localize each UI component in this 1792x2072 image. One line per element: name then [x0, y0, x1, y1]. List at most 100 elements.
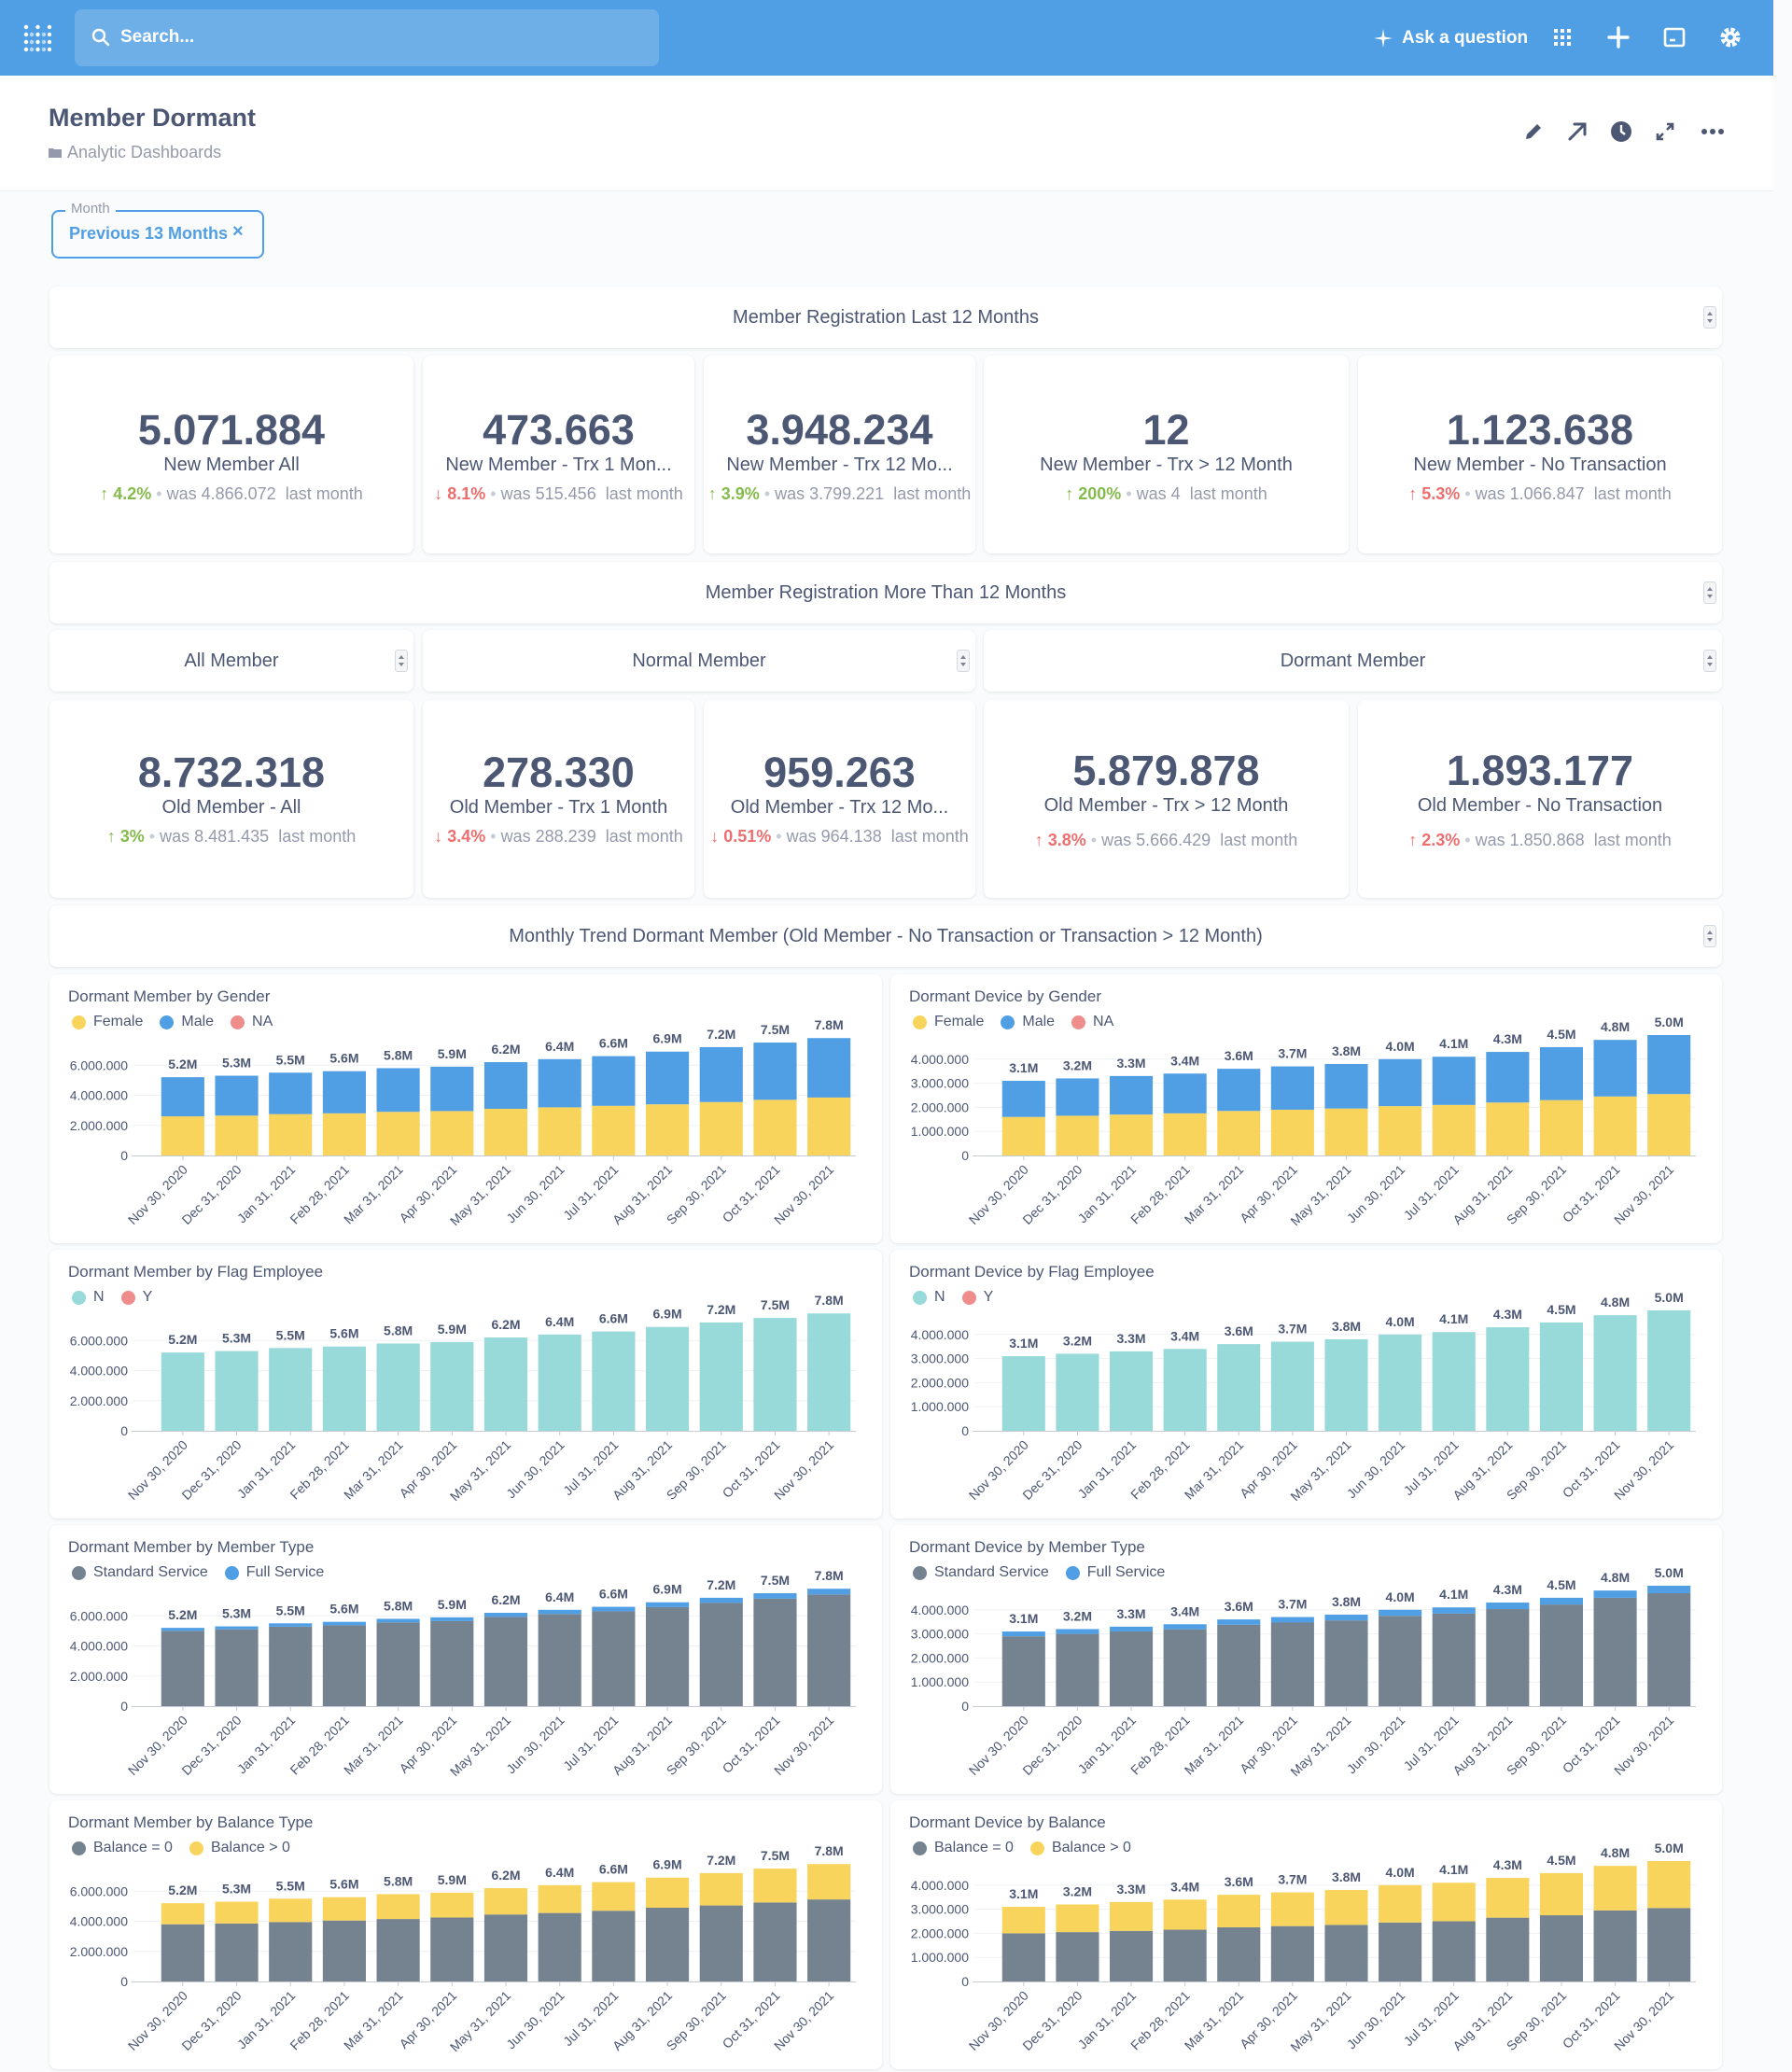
scroll-handle-icon[interactable]	[957, 650, 970, 672]
legend-item[interactable]: Y	[961, 1289, 993, 1306]
scalar-card-old-trx-gt12[interactable]: 5.879.878 Old Member - Trx > 12 Month ↑ …	[984, 700, 1349, 898]
bar-total-label: 5.2M	[168, 1607, 197, 1622]
top-nav: Search... Ask a question	[0, 0, 1773, 76]
chart-card-device-member-type[interactable]: 0 1.000.000 2.000.000 3.000.000 4.000.000 3.1…	[890, 1525, 1722, 1794]
legend-item[interactable]: Balance = 0	[913, 1840, 1014, 1856]
chart-title: Dormant Member by Flag Employee	[68, 1263, 324, 1281]
chart-card-device-gender[interactable]: 0 1.000.000 2.000.000 3.000.000 4.000.000 3.1…	[890, 974, 1722, 1243]
month-filter[interactable]: Month Previous 13 Months ×	[51, 201, 264, 259]
bar-total-label: 6.4M	[545, 1865, 574, 1880]
bar-segment	[1432, 1332, 1476, 1431]
scalar-card-new-trx12[interactable]: 3.948.234 New Member - Trx 12 Mo... ↑ 3.…	[704, 356, 975, 553]
share-arrow-icon[interactable]	[1562, 117, 1592, 147]
bar-total-label: 6.9M	[653, 1582, 682, 1597]
bar-segment	[807, 1594, 851, 1706]
chart-card-device-flag-employee[interactable]: 0 1.000.000 2.000.000 3.000.000 4.000.000 3.1…	[890, 1250, 1722, 1519]
legend-item[interactable]: Standard Service	[72, 1564, 208, 1581]
edit-pencil-icon[interactable]	[1519, 117, 1548, 147]
legend-item[interactable]: Full Service	[224, 1564, 324, 1581]
grid-icon[interactable]	[1547, 22, 1577, 52]
bar-segment	[430, 1917, 474, 1981]
scalar-card-new-no-trx[interactable]: 1.123.638 New Member - No Transaction ↑ …	[1358, 356, 1722, 553]
scalar-card-new-all[interactable]: 5.071.884 New Member All ↑ 4.2% • was 4.…	[49, 356, 413, 553]
bar-segment	[1217, 1111, 1261, 1155]
bar-segment	[1163, 1073, 1207, 1113]
legend-item[interactable]: Male	[160, 1014, 214, 1030]
scroll-handle-icon[interactable]	[1703, 925, 1716, 947]
y-tick-label: 3.000.000	[911, 1351, 969, 1366]
scroll-handle-icon[interactable]	[1703, 306, 1716, 329]
history-clock-icon[interactable]	[1606, 117, 1636, 147]
chart-card-member-gender[interactable]: 0 2.000.000 4.000.000 6.000.000 5.2M Nov 30, …	[49, 974, 882, 1243]
legend-label: Male	[181, 1014, 215, 1029]
legend-item[interactable]: Y	[120, 1289, 153, 1306]
scalar-card-old-all[interactable]: 8.732.318 Old Member - All ↑ 3% • was 8.…	[49, 700, 413, 898]
legend-item[interactable]: Balance > 0	[1029, 1840, 1131, 1856]
legend-item[interactable]: N	[72, 1289, 105, 1306]
scalar-card-new-trx-gt12[interactable]: 12 New Member - Trx > 12 Month ↑ 200% • …	[984, 356, 1349, 553]
legend-item[interactable]: Female	[913, 1014, 984, 1030]
scalar-card-old-trx1[interactable]: 278.330 Old Member - Trx 1 Month ↓ 3.4% …	[423, 700, 694, 898]
metabase-logo-icon[interactable]	[22, 22, 53, 53]
ask-question-button[interactable]: Ask a question	[1374, 24, 1528, 52]
bar-total-label: 7.2M	[707, 1302, 735, 1317]
more-options-icon[interactable]	[1698, 117, 1728, 147]
chart-title: Dormant Member by Balance Type	[68, 1813, 314, 1831]
bar-segment	[483, 1337, 528, 1431]
legend-item[interactable]: Full Service	[1065, 1564, 1165, 1581]
scalar-card-new-trx1[interactable]: 473.663 New Member - Trx 1 Mon... ↓ 8.1%…	[423, 356, 694, 553]
fullscreen-expand-icon[interactable]	[1650, 117, 1680, 147]
chart-title: Dormant Device by Balance	[909, 1813, 1106, 1831]
legend-item[interactable]: NA	[231, 1014, 273, 1030]
bar-segment	[592, 1331, 636, 1431]
bar-total-label: 7.8M	[815, 1568, 844, 1583]
bar-total-label: 3.2M	[1063, 1883, 1092, 1898]
legend-label: Balance > 0	[1051, 1840, 1131, 1855]
bar-segment	[483, 1914, 528, 1981]
legend-item[interactable]: Female	[72, 1014, 143, 1030]
bar-segment	[1056, 1353, 1099, 1431]
legend-item[interactable]: NA	[1071, 1014, 1113, 1030]
x-tick-label: Jun 30, 2021	[503, 1988, 567, 2052]
legend-label: Female	[93, 1014, 144, 1029]
settings-gear-icon[interactable]	[1715, 22, 1745, 52]
legend-label: Y	[142, 1289, 153, 1305]
dashboard-title[interactable]: Member Dormant	[49, 104, 256, 133]
bar-segment	[699, 1322, 743, 1431]
legend-item[interactable]: Male	[1001, 1014, 1055, 1030]
bar-segment	[1539, 1322, 1584, 1431]
bar-segment	[161, 1903, 204, 1925]
chart-card-member-type[interactable]: 0 2.000.000 4.000.000 6.000.000 5.2M Nov 30, …	[49, 1525, 882, 1794]
scalar-card-old-trx12[interactable]: 959.263 Old Member - Trx 12 Mo... ↓ 0.51…	[704, 700, 975, 898]
bar-segment	[1379, 1058, 1422, 1107]
legend-item[interactable]: Standard Service	[913, 1564, 1049, 1581]
scroll-handle-icon[interactable]	[1703, 581, 1716, 604]
legend-label: NA	[1093, 1014, 1114, 1029]
search-input[interactable]: Search...	[75, 9, 659, 66]
legend-item[interactable]: Balance > 0	[189, 1840, 290, 1856]
bar-segment	[1593, 1597, 1637, 1706]
chart-card-member-flag-employee[interactable]: 0 2.000.000 4.000.000 6.000.000 5.2M Nov 30, …	[49, 1250, 882, 1519]
bar-segment	[269, 1072, 313, 1114]
scalar-comparison: ↑ 3.8% • was 5.666.429 last month	[1034, 831, 1298, 849]
scroll-handle-icon[interactable]	[1703, 650, 1716, 672]
scalar-value: 3.948.234	[746, 406, 933, 454]
legend-item[interactable]: N	[913, 1289, 945, 1306]
x-tick-label: Jun 30, 2021	[1344, 1162, 1408, 1226]
chart-card-member-balance[interactable]: 0 2.000.000 4.000.000 6.000.000 5.2M Nov 30, …	[49, 1800, 882, 2069]
bar-total-label: 7.5M	[761, 1848, 790, 1863]
scroll-handle-icon[interactable]	[395, 650, 408, 672]
bar-segment	[1324, 1620, 1368, 1706]
bar-total-label: 6.9M	[653, 1307, 682, 1322]
sql-editor-icon[interactable]	[1659, 22, 1689, 52]
scalar-card-old-no-trx[interactable]: 1.893.177 Old Member - No Transaction ↑ …	[1358, 700, 1722, 898]
add-icon[interactable]	[1603, 22, 1633, 52]
collection-breadcrumb[interactable]: Analytic Dashboards	[49, 143, 221, 162]
chart-legend: Female Male NA	[72, 1014, 273, 1030]
bar-segment	[1001, 1907, 1045, 1934]
chart-card-device-balance[interactable]: 0 1.000.000 2.000.000 3.000.000 4.000.000 3.1…	[890, 1800, 1722, 2069]
chart-legend: Female Male NA	[913, 1014, 1113, 1030]
y-tick-label: 6.000.000	[70, 1333, 128, 1348]
clear-filter-close-icon[interactable]: ×	[232, 221, 244, 243]
legend-item[interactable]: Balance = 0	[72, 1840, 173, 1856]
